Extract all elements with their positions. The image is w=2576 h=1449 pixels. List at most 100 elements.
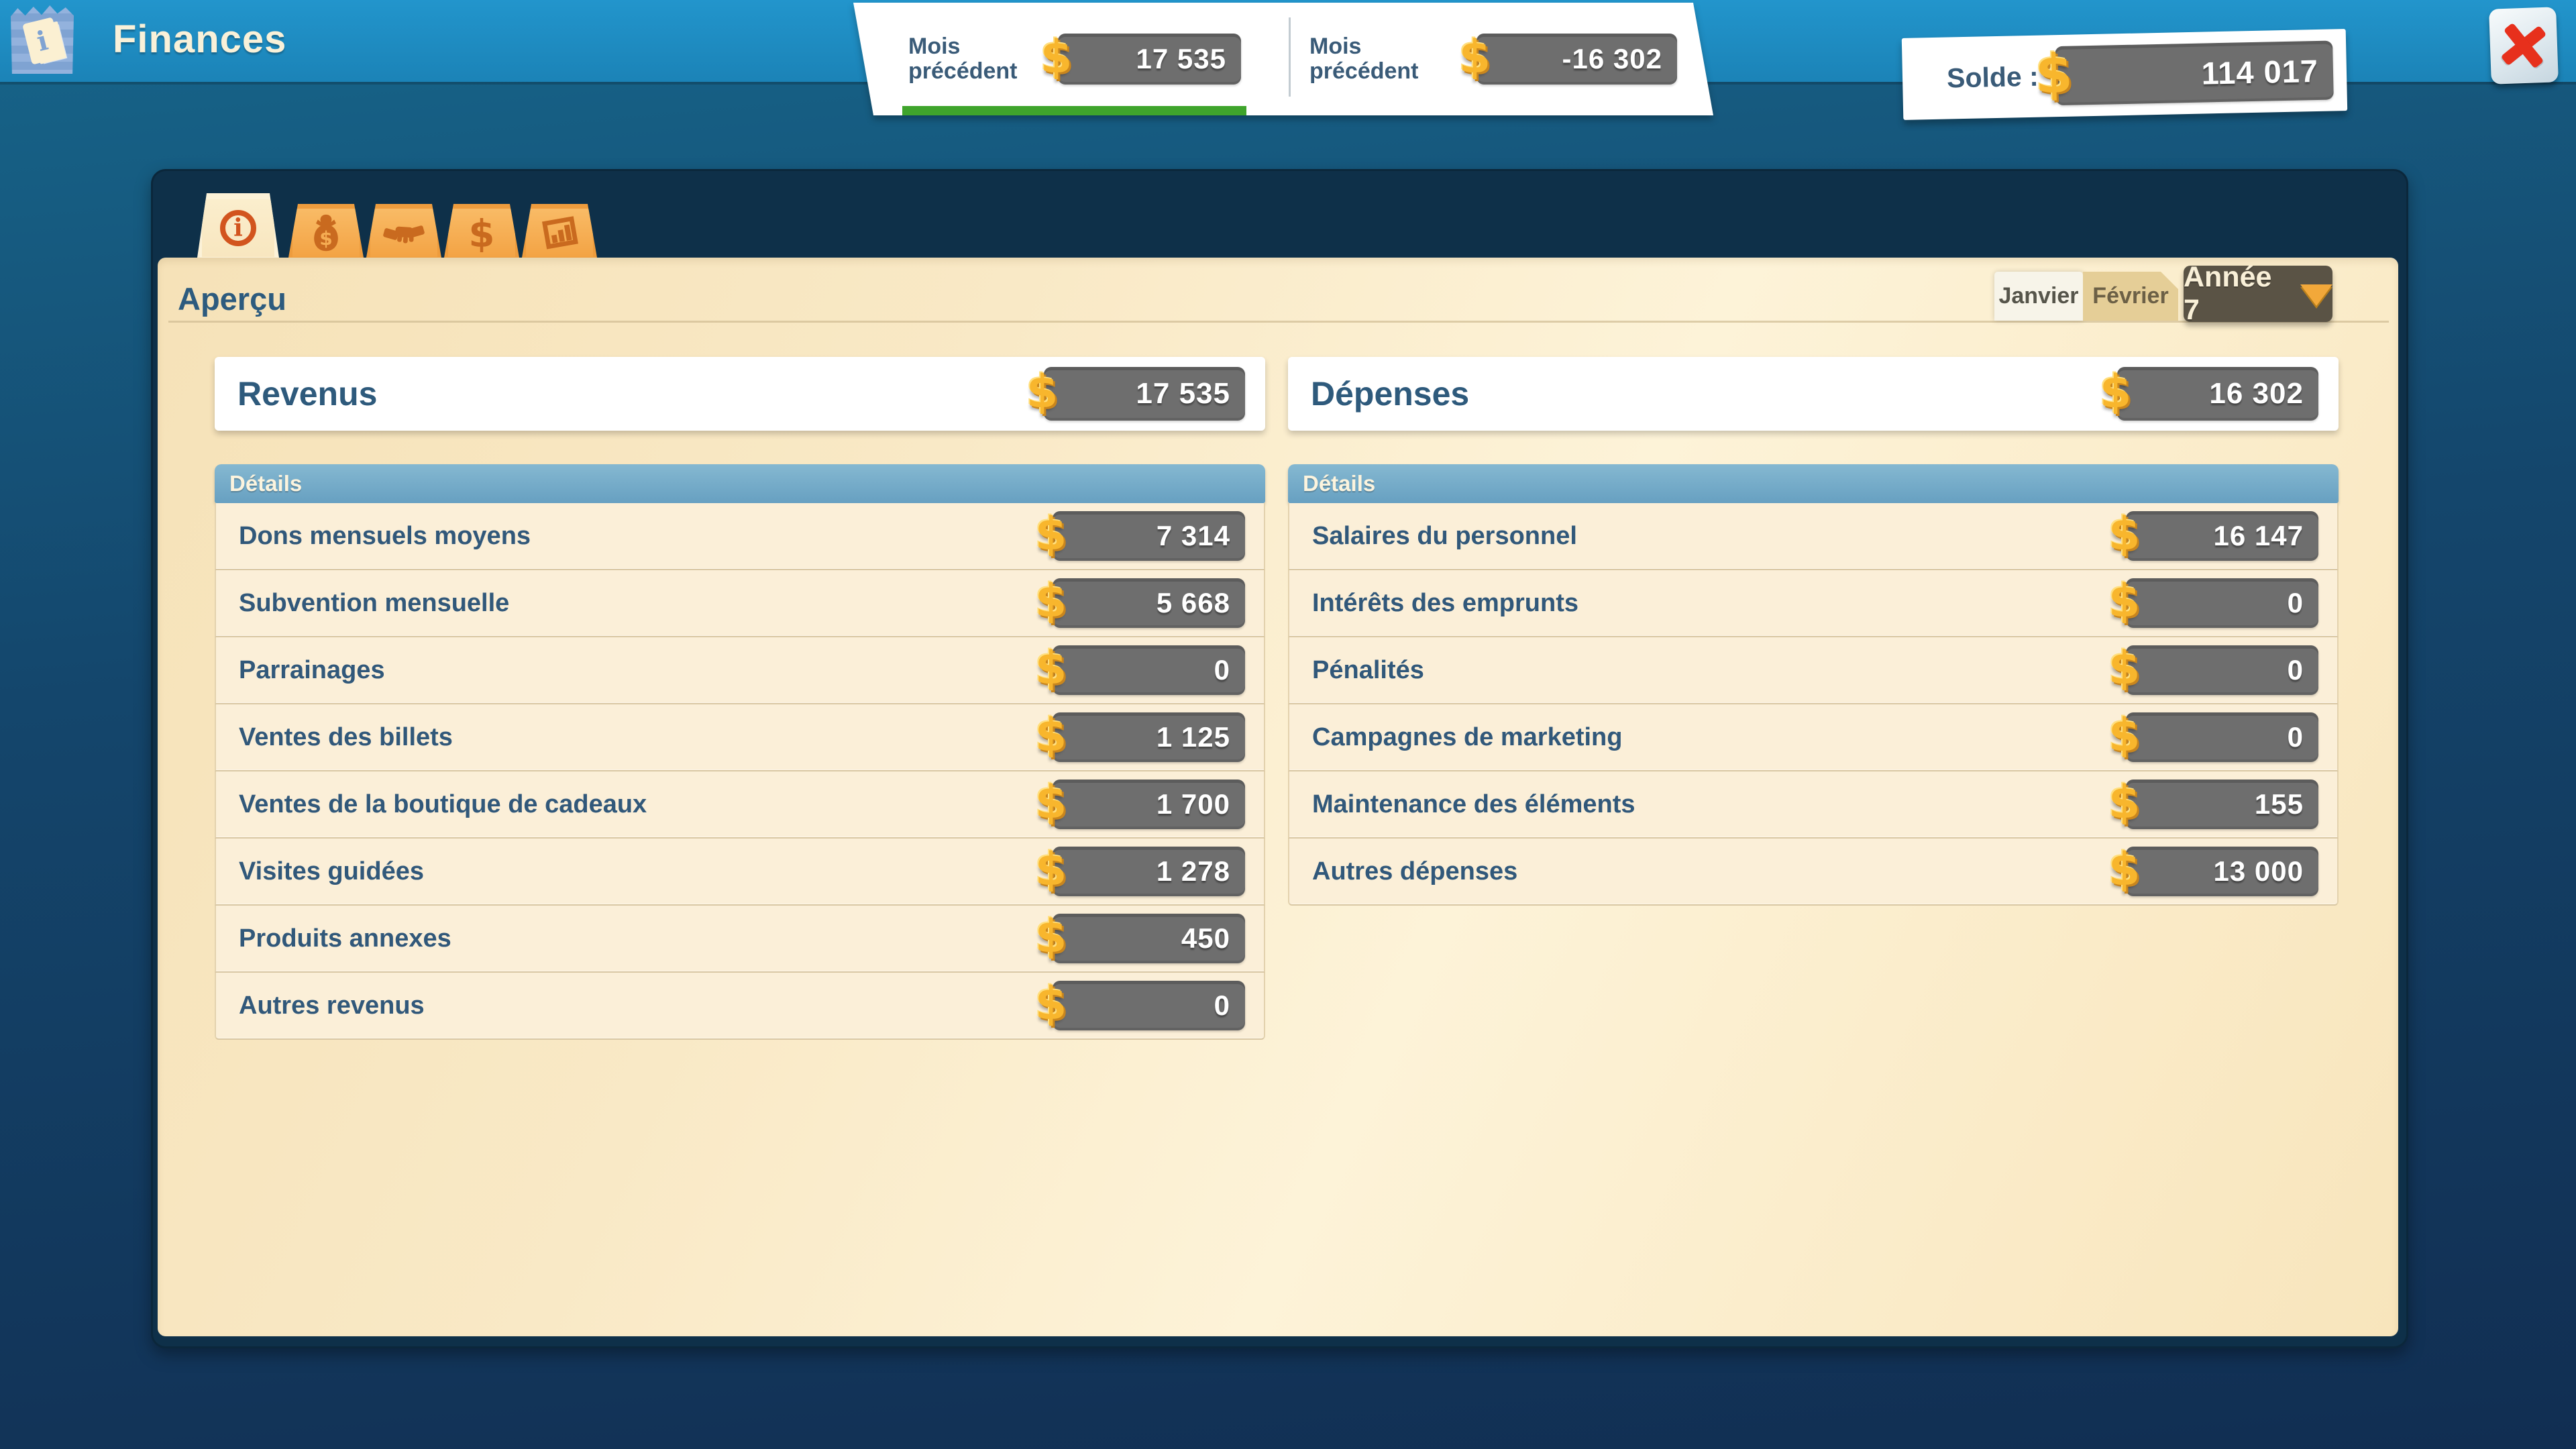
currency-icon: $ <box>1035 508 1067 561</box>
revenues-total-card: Revenus $ 17 535 <box>215 357 1265 431</box>
currency-icon: $ <box>2108 776 2140 829</box>
revenues-rows: Dons mensuels moyens $7 314 Subvention men… <box>215 503 1265 1040</box>
svg-text:$: $ <box>319 227 333 250</box>
monthly-summary-banner: Mois précédent $ 17 535 Mois précédent $… <box>847 3 1719 115</box>
ledger-book-icon: i <box>22 17 62 64</box>
dollar-icon: $ <box>462 213 502 253</box>
finance-row: Campagnes de marketing$0 <box>1288 704 2339 771</box>
currency-icon: $ <box>2035 42 2074 105</box>
expenses-rows: Salaires du personnel $16 147 Intérêts des… <box>1288 503 2339 906</box>
finance-row: Salaires du personnel $16 147 <box>1288 503 2339 570</box>
expenses-column: Dépenses $ 16 302 Détails Salaires du pe… <box>1288 357 2339 906</box>
close-button[interactable] <box>2489 7 2559 84</box>
row-value: 0 <box>2288 721 2304 753</box>
row-value-pill: $7 314 <box>1053 511 1245 561</box>
month-button-janvier[interactable]: Janvier <box>1994 272 2083 321</box>
finance-row: Maintenance des éléments$155 <box>1288 771 2339 839</box>
currency-icon: $ <box>1035 709 1067 762</box>
finance-row: Subvention mensuelle$5 668 <box>215 570 1265 637</box>
year-dropdown[interactable]: Année 7 <box>2184 266 2332 322</box>
balance-pill: $ 114 017 <box>2055 40 2334 105</box>
window-title: Finances <box>113 0 286 82</box>
finance-row: Autres revenus $0 <box>215 973 1265 1040</box>
currency-icon: $ <box>2108 843 2140 896</box>
row-value: 16 147 <box>2214 520 2304 552</box>
month-button-fevrier[interactable]: Février <box>2083 272 2178 321</box>
revenues-details-header: Détails <box>215 464 1265 503</box>
tab-chart[interactable] <box>522 204 597 258</box>
row-label: Visites guidées <box>239 857 424 886</box>
svg-text:$: $ <box>468 213 494 253</box>
row-value-pill: $16 147 <box>2126 511 2318 561</box>
currency-icon: $ <box>1035 642 1067 695</box>
currency-icon: $ <box>1459 31 1491 84</box>
expenses-total-value: 16 302 <box>2209 377 2304 411</box>
expenses-title: Dépenses <box>1311 374 1469 413</box>
row-value-pill: $155 <box>2126 780 2318 829</box>
balance-card: Solde : $ 114 017 <box>1902 29 2347 120</box>
expenses-total-pill: $ 16 302 <box>2117 367 2318 421</box>
row-value: 7 314 <box>1157 520 1230 552</box>
finances-panel: Aperçu Janvier Février Année 7 Revenus $… <box>158 258 2398 1336</box>
row-value: 0 <box>2288 587 2304 619</box>
previous-month-income-label: Mois précédent <box>908 34 1058 84</box>
row-label: Produits annexes <box>239 924 451 953</box>
row-value-pill: $13 000 <box>2126 847 2318 896</box>
row-value-pill: $1 278 <box>1053 847 1245 896</box>
row-value-pill: $0 <box>1053 645 1245 695</box>
revenues-title: Revenus <box>237 374 377 413</box>
row-label: Autres revenus <box>239 991 425 1020</box>
currency-icon: $ <box>2108 508 2140 561</box>
row-label: Dons mensuels moyens <box>239 522 531 551</box>
row-value: 450 <box>1181 922 1230 955</box>
row-value-pill: $450 <box>1053 914 1245 963</box>
finances-ledger-icon: i <box>11 5 74 74</box>
finance-row: Intérêts des emprunts$0 <box>1288 570 2339 637</box>
row-value: 155 <box>2255 788 2304 820</box>
currency-icon: $ <box>1035 910 1067 963</box>
balance-label: Solde : <box>1947 60 2039 94</box>
row-value: 1 700 <box>1157 788 1230 820</box>
tab-dollar[interactable]: $ <box>444 204 519 258</box>
previous-month-income: Mois précédent $ 17 535 <box>847 3 1283 115</box>
revenues-column: Revenus $ 17 535 Détails Dons mensuels m… <box>215 357 1265 1040</box>
row-value: 1 125 <box>1157 721 1230 753</box>
finance-row: Pénalités$0 <box>1288 637 2339 704</box>
row-label: Ventes des billets <box>239 723 453 752</box>
currency-icon: $ <box>1035 776 1067 829</box>
row-value-pill: $0 <box>1053 981 1245 1030</box>
row-label: Parrainages <box>239 656 385 685</box>
previous-month-expense: Mois précédent $ -16 302 <box>1283 3 1719 115</box>
row-value-pill: $1 700 <box>1053 780 1245 829</box>
tab-info[interactable]: i <box>197 193 279 258</box>
row-label: Salaires du personnel <box>1312 522 1577 551</box>
row-value-pill: $0 <box>2126 578 2318 628</box>
row-value-pill: $0 <box>2126 712 2318 762</box>
revenues-total-pill: $ 17 535 <box>1044 367 1245 421</box>
finance-row: Visites guidées $1 278 <box>215 839 1265 906</box>
expenses-details-header: Détails <box>1288 464 2339 503</box>
year-dropdown-label: Année 7 <box>2184 261 2288 327</box>
row-value: 0 <box>2288 654 2304 686</box>
previous-month-expense-pill: $ -16 302 <box>1477 34 1677 85</box>
currency-icon: $ <box>1035 575 1067 628</box>
previous-month-income-value: 17 535 <box>1136 43 1226 75</box>
currency-icon: $ <box>1026 366 1058 419</box>
tab-money-bag[interactable]: $ <box>288 204 364 258</box>
info-icon: i <box>220 210 256 246</box>
previous-month-expense-value: -16 302 <box>1562 43 1662 75</box>
tab-handshake[interactable] <box>366 204 441 258</box>
row-value: 0 <box>1214 654 1230 686</box>
row-value: 1 278 <box>1157 855 1230 888</box>
money-bag-icon: $ <box>306 213 346 253</box>
chart-icon <box>539 212 580 254</box>
currency-icon: $ <box>1040 31 1072 84</box>
chevron-down-icon <box>2300 284 2332 306</box>
header-divider <box>168 321 2389 323</box>
row-value: 0 <box>1214 989 1230 1022</box>
income-indicator-bar <box>902 106 1246 115</box>
row-value-pill: $0 <box>2126 645 2318 695</box>
previous-month-income-pill: $ 17 535 <box>1058 34 1241 85</box>
row-value-pill: $1 125 <box>1053 712 1245 762</box>
finance-row: Parrainages $0 <box>215 637 1265 704</box>
